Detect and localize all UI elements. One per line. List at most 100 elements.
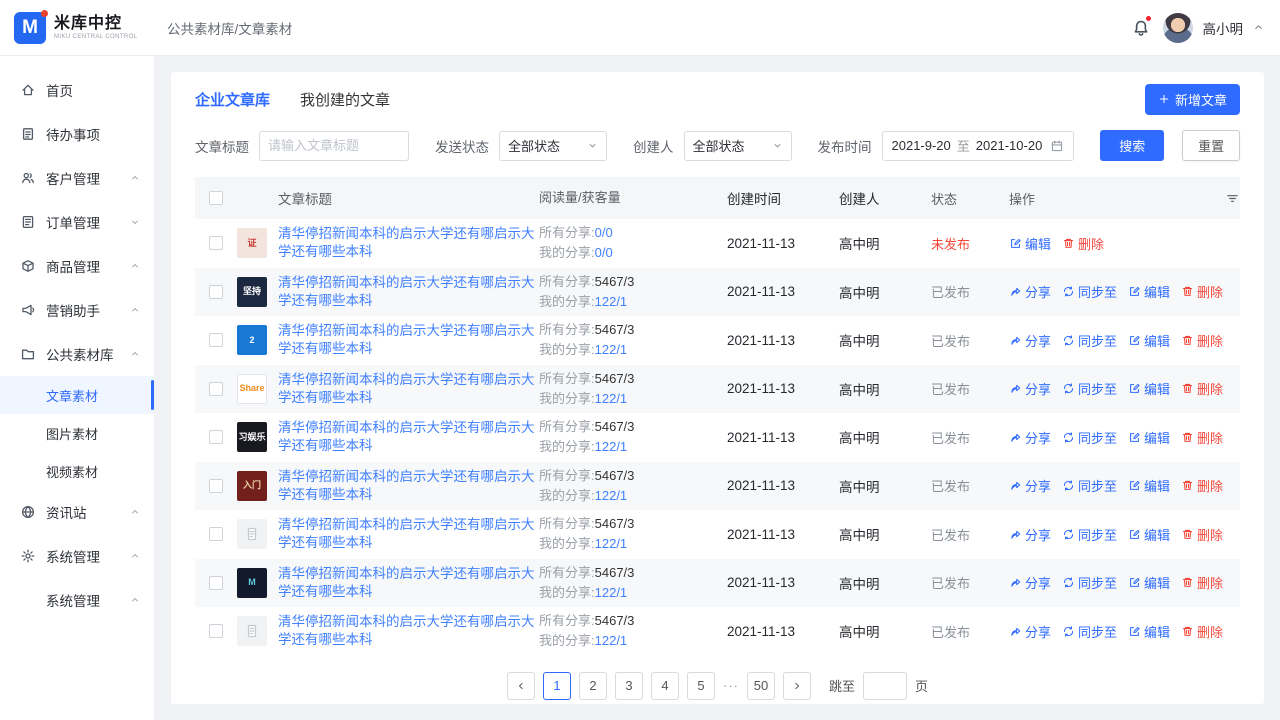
sync-action[interactable]: 同步至	[1062, 476, 1117, 495]
edit-action[interactable]: 编辑	[1128, 573, 1170, 592]
sidebar-item-0[interactable]: 首页	[0, 68, 154, 112]
row-checkbox[interactable]	[209, 624, 223, 639]
page-button-3[interactable]: 3	[614, 671, 643, 700]
page-button-50[interactable]: 50	[746, 671, 775, 700]
created-time: 2021-11-13	[727, 623, 796, 639]
edit-action[interactable]: 编辑	[1128, 428, 1170, 447]
page-button-1[interactable]: 1	[542, 671, 571, 700]
table-row: 坚持 清华停招新闻本科的启示大学还有哪启示大学还有哪些本科 所有分享:5467/3 我…	[195, 267, 1240, 316]
next-page-button[interactable]	[782, 671, 811, 700]
sidebar-item-5[interactable]: 营销助手	[0, 288, 154, 332]
created-time: 2021-11-13	[727, 575, 796, 591]
edit-action[interactable]: 编辑	[1128, 282, 1170, 301]
chevron-up-icon	[130, 349, 140, 359]
edit-action[interactable]: 编辑	[1009, 234, 1051, 253]
row-checkbox[interactable]	[209, 333, 223, 348]
edit-action[interactable]: 编辑	[1128, 476, 1170, 495]
new-article-button[interactable]: 新增文章	[1144, 83, 1240, 115]
share-action[interactable]: 分享	[1009, 573, 1051, 592]
row-checkbox[interactable]	[209, 284, 223, 299]
sidebar-item-8[interactable]: 系统管理	[0, 534, 154, 578]
delete-action[interactable]: 删除	[1181, 476, 1223, 495]
sync-action[interactable]: 同步至	[1062, 331, 1117, 350]
edit-action[interactable]: 编辑	[1128, 379, 1170, 398]
share-action[interactable]: 分享	[1009, 476, 1051, 495]
share-action[interactable]: 分享	[1009, 622, 1051, 641]
share-action[interactable]: 分享	[1009, 379, 1051, 398]
article-title-link[interactable]: 清华停招新闻本科的启示大学还有哪启示大学还有哪些本科	[278, 419, 536, 455]
share-action[interactable]: 分享	[1009, 331, 1051, 350]
row-checkbox[interactable]	[209, 430, 223, 445]
row-checkbox[interactable]	[209, 527, 223, 542]
sync-action[interactable]: 同步至	[1062, 282, 1117, 301]
jump-page-input[interactable]	[863, 671, 907, 700]
share-icon	[1009, 382, 1022, 395]
delete-action[interactable]: 删除	[1062, 234, 1104, 253]
prev-page-button[interactable]	[506, 671, 535, 700]
edit-action[interactable]: 编辑	[1128, 331, 1170, 350]
publish-date-range[interactable]: 2021-9-20 至 2021-10-20	[881, 130, 1075, 161]
article-title-link[interactable]: 清华停招新闻本科的启示大学还有哪启示大学还有哪些本科	[278, 371, 536, 407]
sync-action[interactable]: 同步至	[1062, 379, 1117, 398]
article-title-link[interactable]: 清华停招新闻本科的启示大学还有哪启示大学还有哪些本科	[278, 613, 536, 649]
delete-action[interactable]: 删除	[1181, 622, 1223, 641]
row-checkbox[interactable]	[209, 236, 223, 251]
article-title-link[interactable]: 清华停招新闻本科的启示大学还有哪启示大学还有哪些本科	[278, 468, 536, 504]
sidebar-item-9[interactable]: 系统管理	[0, 578, 154, 622]
title-filter-input[interactable]	[259, 130, 409, 161]
sidebar-item-4[interactable]: 商品管理	[0, 244, 154, 288]
sidebar-subitem[interactable]: 文章素材	[0, 376, 154, 414]
share-action[interactable]: 分享	[1009, 525, 1051, 544]
delete-action[interactable]: 删除	[1181, 428, 1223, 447]
delete-action[interactable]: 删除	[1181, 331, 1223, 350]
notifications-button[interactable]	[1129, 15, 1153, 40]
user-name[interactable]: 高小明	[1203, 18, 1244, 38]
reset-button[interactable]: 重置	[1182, 130, 1240, 161]
select-all-checkbox[interactable]	[209, 191, 223, 205]
article-title-link[interactable]: 清华停招新闻本科的启示大学还有哪启示大学还有哪些本科	[278, 516, 536, 552]
tab-enterprise-articles[interactable]: 企业文章库	[195, 89, 270, 110]
share-action[interactable]: 分享	[1009, 428, 1051, 447]
logo[interactable]: M 米库中控 MIKU CENTRAL CONTROL	[0, 0, 155, 55]
page-button-4[interactable]: 4	[650, 671, 679, 700]
sidebar-item-6[interactable]: 公共素材库	[0, 332, 154, 376]
sidebar-subitem[interactable]: 视频素材	[0, 452, 154, 490]
row-checkbox[interactable]	[209, 575, 223, 590]
column-filter-icon[interactable]	[1225, 191, 1240, 206]
delete-action[interactable]: 删除	[1181, 282, 1223, 301]
chevron-up-icon[interactable]	[1253, 22, 1264, 33]
sidebar-item-3[interactable]: 订单管理	[0, 200, 154, 244]
article-title-link[interactable]: 清华停招新闻本科的启示大学还有哪启示大学还有哪些本科	[278, 322, 536, 358]
sync-action[interactable]: 同步至	[1062, 525, 1117, 544]
sidebar-item-label: 营销助手	[46, 304, 100, 319]
delete-action[interactable]: 删除	[1181, 525, 1223, 544]
tab-my-articles[interactable]: 我创建的文章	[300, 89, 390, 110]
share-action[interactable]: 分享	[1009, 282, 1051, 301]
article-thumbnail: 2	[237, 325, 267, 356]
page-button-2[interactable]: 2	[578, 671, 607, 700]
edit-icon	[1128, 285, 1141, 298]
sync-action[interactable]: 同步至	[1062, 428, 1117, 447]
sidebar-item-2[interactable]: 客户管理	[0, 156, 154, 200]
row-checkbox[interactable]	[209, 381, 223, 396]
search-button[interactable]: 搜索	[1100, 130, 1165, 161]
article-title-link[interactable]: 清华停招新闻本科的启示大学还有哪启示大学还有哪些本科	[278, 274, 536, 310]
delete-action[interactable]: 删除	[1181, 379, 1223, 398]
edit-action[interactable]: 编辑	[1128, 622, 1170, 641]
avatar[interactable]	[1162, 12, 1193, 43]
edit-action[interactable]: 编辑	[1128, 525, 1170, 544]
sidebar-subitem[interactable]: 图片素材	[0, 414, 154, 452]
sync-action[interactable]: 同步至	[1062, 573, 1117, 592]
article-title-link[interactable]: 清华停招新闻本科的启示大学还有哪启示大学还有哪些本科	[278, 225, 536, 261]
table-header: 文章标题 阅读量/获客量 创建时间 创建人 状态 操作	[195, 177, 1240, 219]
home-icon	[20, 82, 36, 98]
send-status-select[interactable]: 全部状态	[499, 130, 607, 161]
sidebar-item-7[interactable]: 资讯站	[0, 490, 154, 534]
sync-action[interactable]: 同步至	[1062, 622, 1117, 641]
row-checkbox[interactable]	[209, 478, 223, 493]
sidebar-item-1[interactable]: 待办事项	[0, 112, 154, 156]
creator-select[interactable]: 全部状态	[683, 130, 792, 161]
page-button-5[interactable]: 5	[686, 671, 715, 700]
delete-action[interactable]: 删除	[1181, 573, 1223, 592]
article-title-link[interactable]: 清华停招新闻本科的启示大学还有哪启示大学还有哪些本科	[278, 565, 536, 601]
